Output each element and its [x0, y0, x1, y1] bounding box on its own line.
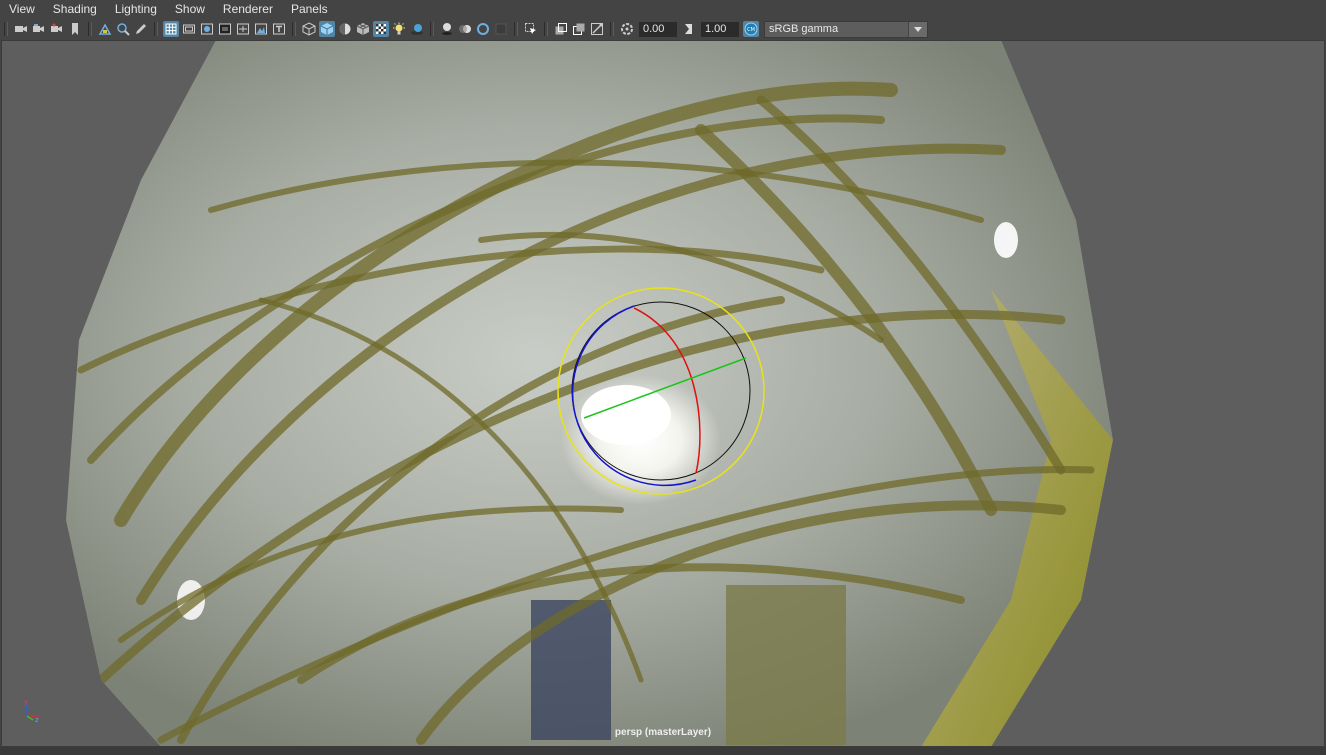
grid-icon[interactable]	[163, 21, 179, 37]
toolbar-divider	[4, 22, 8, 36]
image-plane-icon[interactable]	[97, 21, 113, 37]
menu-view[interactable]: View	[0, 0, 44, 19]
exposure-field[interactable]	[639, 21, 677, 37]
toolbar-divider	[514, 22, 518, 36]
gate-mask-icon[interactable]	[217, 21, 233, 37]
exposure-icon[interactable]	[619, 21, 635, 37]
xray-joints-icon[interactable]	[589, 21, 605, 37]
xray-active-icon[interactable]	[571, 21, 587, 37]
color-management-dropdown[interactable]: sRGB gamma	[764, 20, 928, 38]
toolbar-divider	[430, 22, 434, 36]
gamma-field[interactable]	[701, 21, 739, 37]
panel-toolbar: CM sRGB gamma	[0, 19, 1326, 39]
camera-label: persp (masterLayer)	[614, 727, 712, 738]
safe-action-icon[interactable]	[253, 21, 269, 37]
glass-globe-object[interactable]	[66, 40, 1113, 747]
wireframe-icon[interactable]	[301, 21, 317, 37]
use-all-lights-icon[interactable]	[391, 21, 407, 37]
depth-of-field-icon[interactable]	[493, 21, 509, 37]
toolbar-divider	[544, 22, 548, 36]
axis-label-z: z	[35, 716, 39, 724]
2d-pan-zoom-icon[interactable]	[115, 21, 131, 37]
menu-lighting[interactable]: Lighting	[106, 0, 166, 19]
xray-icon[interactable]	[553, 21, 569, 37]
shade-wireframe-icon[interactable]	[355, 21, 371, 37]
panel-menu-bar: View Shading Lighting Show Renderer Pane…	[0, 0, 1326, 19]
grease-pencil-icon[interactable]	[133, 21, 149, 37]
gamma-icon[interactable]	[681, 21, 697, 37]
svg-text:CM: CM	[747, 27, 755, 33]
menu-panels[interactable]: Panels	[282, 0, 337, 19]
viewport-bottom-edge	[0, 747, 1326, 755]
chevron-down-icon[interactable]	[908, 21, 927, 37]
anti-aliasing-icon[interactable]	[475, 21, 491, 37]
toolbar-divider	[88, 22, 92, 36]
screen-space-ao-icon[interactable]	[439, 21, 455, 37]
select-camera-icon[interactable]	[13, 21, 29, 37]
safe-title-icon[interactable]	[271, 21, 287, 37]
resolution-gate-icon[interactable]	[199, 21, 215, 37]
camera-attributes-icon[interactable]	[31, 21, 47, 37]
view-transform-icon[interactable]: CM	[743, 21, 759, 37]
motion-blur-icon[interactable]	[457, 21, 473, 37]
axis-label-y: y	[24, 698, 28, 706]
isolate-select-icon[interactable]	[523, 21, 539, 37]
field-chart-icon[interactable]	[235, 21, 251, 37]
perspective-viewport[interactable]: y z persp (masterLayer)	[1, 40, 1325, 747]
toolbar-divider	[292, 22, 296, 36]
toolbar-divider	[610, 22, 614, 36]
bookmarks-icon[interactable]	[49, 21, 65, 37]
textured-icon[interactable]	[373, 21, 389, 37]
menu-show[interactable]: Show	[166, 0, 214, 19]
default-lighting-icon[interactable]	[337, 21, 353, 37]
menu-shading[interactable]: Shading	[44, 0, 106, 19]
bookmark-icon[interactable]	[67, 21, 83, 37]
toolbar-divider	[154, 22, 158, 36]
shadows-icon[interactable]	[409, 21, 425, 37]
menu-renderer[interactable]: Renderer	[214, 0, 282, 19]
color-management-value: sRGB gamma	[769, 23, 839, 35]
viewport-scene[interactable]	[1, 40, 1325, 747]
smooth-shade-icon[interactable]	[319, 21, 335, 37]
film-gate-icon[interactable]	[181, 21, 197, 37]
